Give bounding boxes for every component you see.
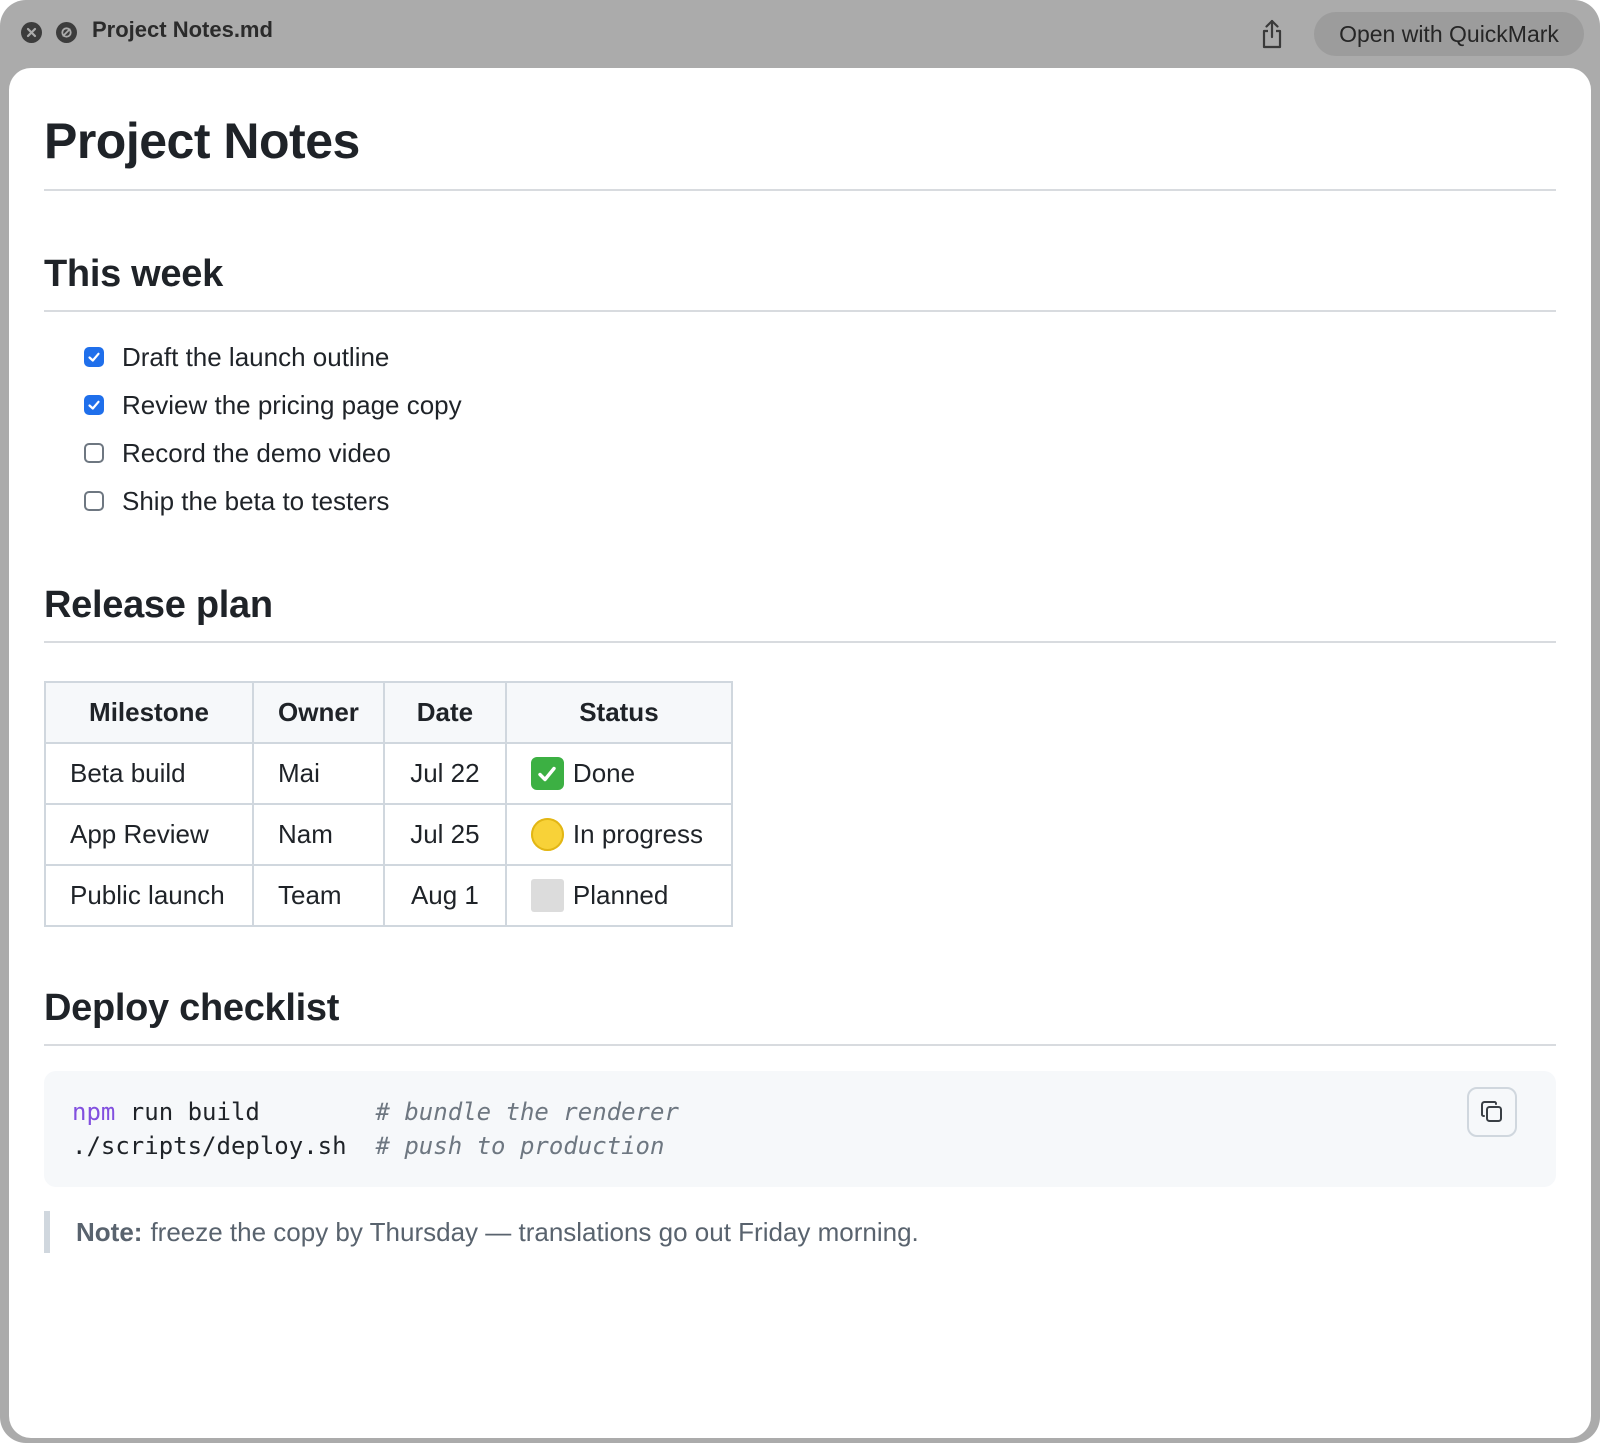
window-title: Project Notes.md xyxy=(92,17,273,42)
task-item: Draft the launch outline xyxy=(84,341,389,373)
code-command: run build xyxy=(115,1098,260,1126)
copy-icon[interactable] xyxy=(1467,1087,1517,1137)
checkbox-unchecked-icon[interactable] xyxy=(84,491,104,511)
code-comment: # bundle the renderer xyxy=(375,1098,679,1126)
cell-date: Jul 22 xyxy=(382,742,507,805)
cell-owner: Team xyxy=(252,864,385,927)
section-heading-release-plan: Release plan xyxy=(44,584,273,626)
document-title: Project Notes xyxy=(44,113,360,169)
cell-milestone: Beta build xyxy=(44,742,254,805)
table-row: App Review Nam Jul 25 In progress xyxy=(44,803,733,866)
cell-milestone: App Review xyxy=(44,803,254,866)
column-header-owner: Owner xyxy=(252,681,385,744)
checkbox-checked-icon[interactable] xyxy=(84,347,104,367)
cell-milestone: Public launch xyxy=(44,864,254,927)
checkbox-checked-icon[interactable] xyxy=(84,395,104,415)
code-command: ./scripts/deploy.sh xyxy=(72,1132,347,1160)
task-item: Record the demo video xyxy=(84,437,391,469)
status-label: In progress xyxy=(572,819,703,849)
cell-owner: Mai xyxy=(252,742,385,805)
hide-icon[interactable] xyxy=(56,22,77,43)
cell-status: Done xyxy=(504,742,733,805)
share-icon[interactable] xyxy=(1258,18,1286,50)
gray-square-icon xyxy=(530,879,564,912)
title-divider xyxy=(44,189,1556,191)
yellow-circle-icon xyxy=(530,818,564,851)
note-text: freeze the copy by Thursday — translatio… xyxy=(150,1216,919,1247)
checkbox-unchecked-icon[interactable] xyxy=(84,443,104,463)
task-label: Draft the launch outline xyxy=(122,341,390,372)
code-line: npm run build # bundle the renderer xyxy=(72,1095,679,1129)
cell-date: Jul 25 xyxy=(382,803,507,866)
code-line: ./scripts/deploy.sh # push to production xyxy=(72,1129,664,1163)
note-blockquote: Note: freeze the copy by Thursday — tran… xyxy=(44,1211,919,1253)
document-preview: Project Notes This week Draft the launch… xyxy=(9,68,1591,1438)
title-bar: Project Notes.md Open with QuickMark xyxy=(0,0,1600,68)
preview-window: Project Notes.md Open with QuickMark Pro… xyxy=(0,0,1600,1443)
code-block: npm run build # bundle the renderer ./sc… xyxy=(44,1071,1556,1187)
task-label: Review the pricing page copy xyxy=(122,389,462,420)
release-plan-table: Milestone Owner Date Status Beta build M… xyxy=(44,681,733,927)
cell-owner: Nam xyxy=(252,803,385,866)
status-label: Done xyxy=(572,758,636,788)
task-item: Review the pricing page copy xyxy=(84,389,462,421)
code-padding xyxy=(260,1098,376,1126)
section-divider xyxy=(44,641,1556,643)
section-heading-deploy-checklist: Deploy checklist xyxy=(44,987,340,1029)
table-row: Beta build Mai Jul 22 Done xyxy=(44,742,733,805)
code-padding xyxy=(347,1132,376,1160)
open-with-button[interactable]: Open with QuickMark xyxy=(1314,12,1584,56)
section-divider xyxy=(44,310,1556,312)
close-icon[interactable] xyxy=(21,22,42,43)
code-comment: # push to production xyxy=(375,1132,665,1160)
task-label: Ship the beta to testers xyxy=(122,485,390,516)
cell-status: In progress xyxy=(504,803,733,866)
table-header-row: Milestone Owner Date Status xyxy=(44,681,733,744)
note-label: Note: xyxy=(76,1216,143,1247)
task-item: Ship the beta to testers xyxy=(84,485,389,517)
cell-status: Planned xyxy=(504,864,733,927)
section-divider xyxy=(44,1044,1556,1046)
column-header-status: Status xyxy=(504,681,733,744)
task-label: Record the demo video xyxy=(122,437,391,468)
column-header-date: Date xyxy=(382,681,507,744)
table-row: Public launch Team Aug 1 Planned xyxy=(44,864,733,927)
code-keyword: npm xyxy=(72,1098,116,1126)
check-mark-icon xyxy=(530,757,564,790)
column-header-milestone: Milestone xyxy=(44,681,254,744)
cell-date: Aug 1 xyxy=(382,864,507,927)
status-label: Planned xyxy=(572,880,669,910)
section-heading-this-week: This week xyxy=(44,253,223,295)
